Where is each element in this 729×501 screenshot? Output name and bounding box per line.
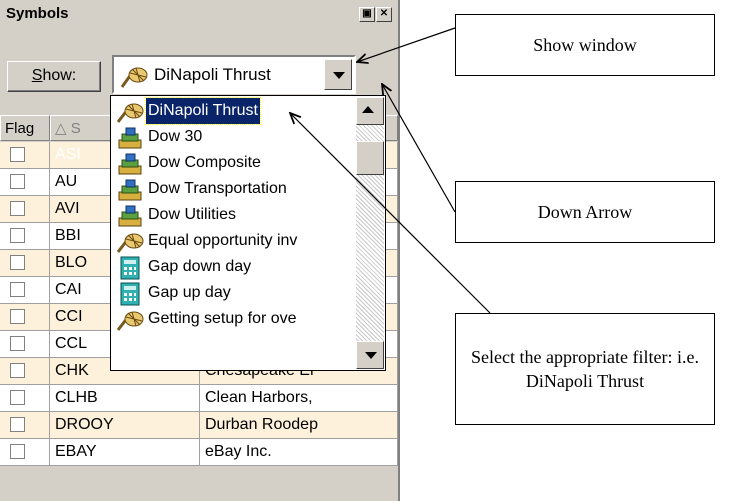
leader-show-window [357,27,456,62]
callout-leader-lines [0,27,491,314]
leader-select-filter [290,113,491,314]
leader-down-arrow [382,84,456,213]
